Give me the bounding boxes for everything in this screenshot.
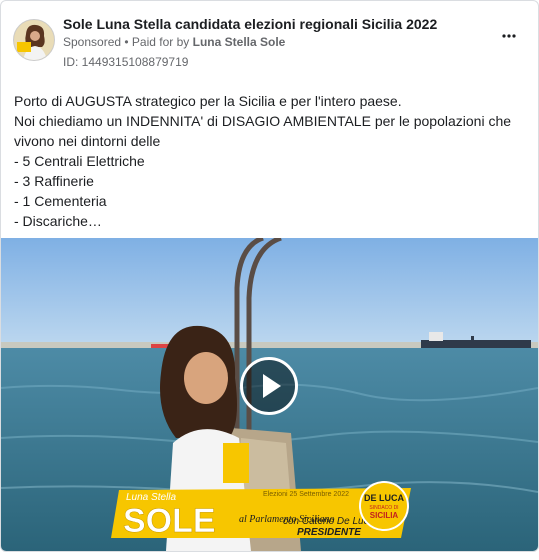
body-line: - Discariche… (14, 213, 102, 229)
logo-bottom: SICILIA (370, 511, 399, 520)
ad-id: ID: 1449315108879719 (63, 55, 189, 69)
sponsored-line: Sponsored • Paid for by Luna Stella Sole (63, 35, 285, 49)
sponsored-label: Sponsored (63, 35, 122, 49)
paid-for-by: Luna Stella Sole (192, 35, 286, 49)
banner-role: PRESIDENTE (297, 527, 361, 538)
body-line: - 3 Raffinerie (14, 173, 94, 189)
ad-header: Sole Luna Stella candidata elezioni regi… (13, 15, 526, 69)
more-options-icon[interactable] (502, 29, 516, 39)
ad-card: Sole Luna Stella candidata elezioni regi… (0, 0, 539, 552)
avatar[interactable] (13, 19, 55, 61)
body-line: Porto di AUGUSTA strategico per la Sicil… (14, 93, 402, 109)
body-line: Noi chiediamo un INDENNITA' di DISAGIO A… (14, 113, 512, 149)
logo-top: DE LUCA (364, 493, 404, 503)
banner-with: con Cateno De Luca (283, 516, 375, 527)
banner-big-name: SOLE (123, 502, 216, 540)
body-line: - 1 Cementeria (14, 193, 107, 209)
page-name[interactable]: Sole Luna Stella candidata elezioni regi… (63, 16, 437, 32)
ad-video[interactable]: Luna Stella SOLE al Parlamento Siciliano… (1, 238, 538, 551)
paid-for-prefix: • Paid for by (124, 35, 190, 49)
play-icon[interactable] (240, 357, 298, 415)
body-line: - 5 Centrali Elettriche (14, 153, 145, 169)
ad-body-text: Porto di AUGUSTA strategico per la Sicil… (14, 91, 524, 231)
banner-date: Elezioni 25 Settembre 2022 (263, 491, 349, 498)
